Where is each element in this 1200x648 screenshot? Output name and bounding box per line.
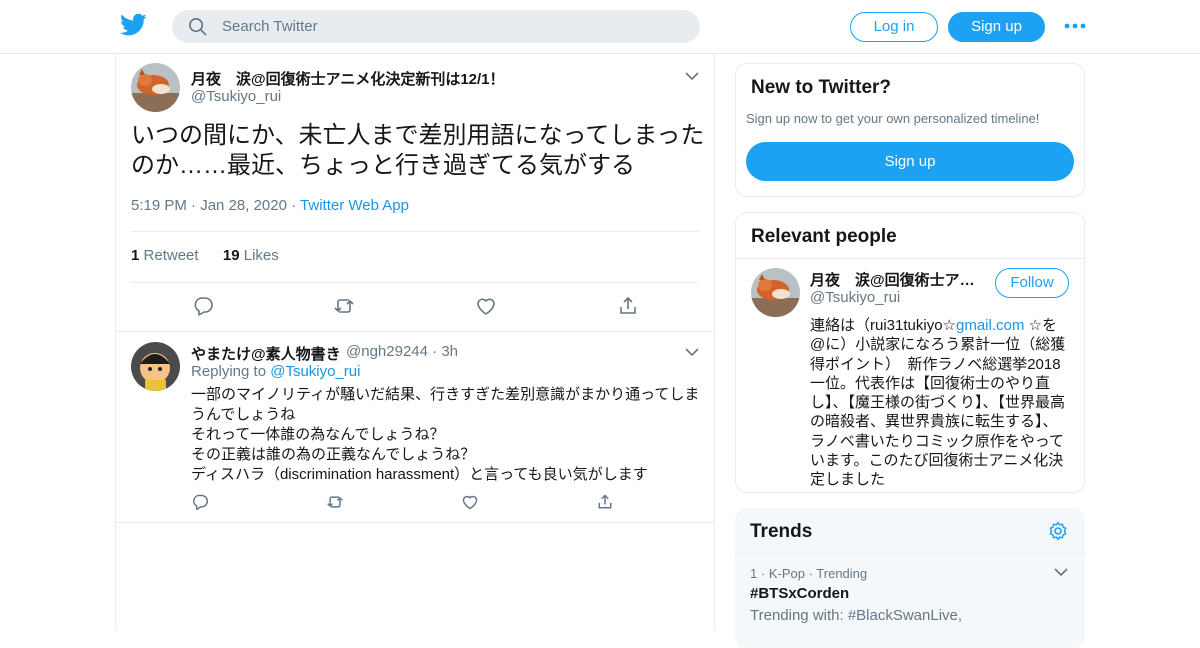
reply-age[interactable]: 3h	[441, 343, 458, 360]
bio-text: ☆を@に）小説家になろう累計一位（総獲得ポイント） 新作ラノベ総選挙2018一位…	[810, 317, 1066, 489]
author-avatar[interactable]	[131, 63, 180, 112]
separator-dot: ·	[760, 566, 769, 581]
search-icon	[189, 18, 207, 36]
author-handle[interactable]: @Tsukiyo_rui	[191, 88, 281, 105]
author-display-name[interactable]: 月夜 涙@回復術士アニメ化決定新刊は12/1！	[191, 68, 505, 89]
reply-icon[interactable]	[191, 493, 209, 511]
person-avatar[interactable]	[751, 268, 800, 317]
tweet-timestamp: 5:19 PM · Jan 28, 2020 · Twitter Web App	[131, 197, 409, 214]
replying-to: Replying to @Tsukiyo_rui	[191, 363, 360, 380]
person-handle[interactable]: @Tsukiyo_rui	[810, 289, 900, 306]
likes-stat[interactable]: 19 Likes	[223, 247, 279, 264]
trend-meta: 1 · K-Pop · Trending	[750, 566, 867, 581]
tweet-time[interactable]: 5:19 PM	[131, 197, 187, 214]
login-button[interactable]: Log in	[850, 12, 938, 42]
separator-dot: ·	[432, 343, 442, 360]
divider	[131, 231, 699, 232]
settings-gear-icon[interactable]	[1048, 521, 1068, 541]
trend-name[interactable]: #BTSxCorden	[750, 585, 849, 602]
trends-title: Trends	[750, 521, 813, 542]
reply-icon[interactable]	[192, 295, 214, 317]
trend-rank: 1	[750, 566, 758, 581]
divider	[131, 282, 699, 283]
search-box[interactable]: Search Twitter	[172, 10, 700, 43]
person-bio: 連絡は（rui31tukiyo☆gmail.com ☆を@に）小説家になろう累計…	[810, 316, 1072, 490]
timeline-column: 月夜 涙@回復術士アニメ化決定新刊は12/1！ @Tsukiyo_rui いつの…	[115, 54, 715, 630]
retweet-icon[interactable]	[333, 295, 355, 317]
reply-author-avatar[interactable]	[131, 342, 180, 391]
reply-handle-text[interactable]: @ngh29244	[346, 343, 428, 360]
retweet-stat[interactable]: 1 Retweet	[131, 247, 199, 264]
new-to-twitter-subtitle: Sign up now to get your own personalized…	[746, 111, 1040, 126]
new-to-twitter-card: New to Twitter? Sign up now to get your …	[735, 63, 1085, 197]
trend-related: Trending with: #BlackSwanLive,	[750, 607, 963, 624]
tweet-stats: 1 Retweet 19 Likes	[131, 247, 279, 264]
retweet-icon[interactable]	[326, 493, 344, 511]
replying-label: Replying to	[191, 363, 267, 380]
bio-link[interactable]: gmail.com	[956, 317, 1024, 334]
like-heart-icon[interactable]	[475, 295, 497, 317]
chevron-down-icon[interactable]	[1053, 566, 1069, 578]
trends-card: Trends 1 · K-Pop · Trending #BTSxCorden …	[735, 508, 1085, 648]
relevant-people-card: Relevant people 月夜 涙@回復術士ア… @Tsukiyo_rui…	[735, 212, 1085, 493]
person-name[interactable]: 月夜 涙@回復術士ア…	[810, 269, 975, 290]
follow-button[interactable]: Follow	[995, 268, 1069, 298]
reply-author-name[interactable]: やまたけ@素人物書き	[191, 343, 341, 364]
search-placeholder[interactable]: Search Twitter	[222, 18, 318, 35]
relevant-person-item: 月夜 涙@回復術士ア… @Tsukiyo_rui Follow 連絡は（rui3…	[736, 263, 1084, 492]
signup-button[interactable]: Sign up	[948, 12, 1045, 42]
reply-tweet-text: 一部のマイノリティが騒いだ結果、行きすぎた差別意識がまかり通ってしまうんでしょう…	[191, 386, 700, 483]
reply-tweet[interactable]: やまたけ@素人物書き @ngh29244 · 3h Replying to @T…	[116, 331, 714, 523]
like-heart-icon[interactable]	[461, 493, 479, 511]
new-to-twitter-title: New to Twitter?	[751, 77, 892, 98]
chevron-down-icon[interactable]	[684, 346, 700, 358]
relevant-people-title: Relevant people	[751, 226, 897, 247]
separator-dot: ·	[191, 197, 201, 214]
replying-to-link[interactable]: @Tsukiyo_rui	[270, 363, 360, 380]
sidebar-signup-button[interactable]: Sign up	[746, 142, 1074, 181]
twitter-bird-logo-icon[interactable]	[120, 13, 147, 37]
trend-status: Trending	[816, 566, 868, 581]
trend-category: K-Pop	[768, 566, 805, 581]
reply-author-handle: @ngh29244 · 3h	[346, 343, 458, 360]
share-icon[interactable]	[617, 295, 639, 317]
share-icon[interactable]	[596, 493, 614, 511]
divider	[736, 258, 1084, 259]
bio-text: 連絡は（rui31tukiyo☆	[810, 317, 956, 334]
separator-dot: ·	[291, 197, 301, 214]
divider	[735, 553, 1085, 554]
more-options-icon[interactable]	[1063, 16, 1087, 36]
tweet-text: いつの間にか、未亡人まで差別用語になってしまったのか……最近、ちょっと行き過ぎて…	[131, 122, 705, 179]
chevron-down-icon[interactable]	[684, 70, 700, 82]
tweet-source-link[interactable]: Twitter Web App	[300, 197, 409, 214]
tweet-date[interactable]: Jan 28, 2020	[200, 197, 287, 214]
top-navigation-bar: Search Twitter Log in Sign up	[0, 0, 1200, 54]
